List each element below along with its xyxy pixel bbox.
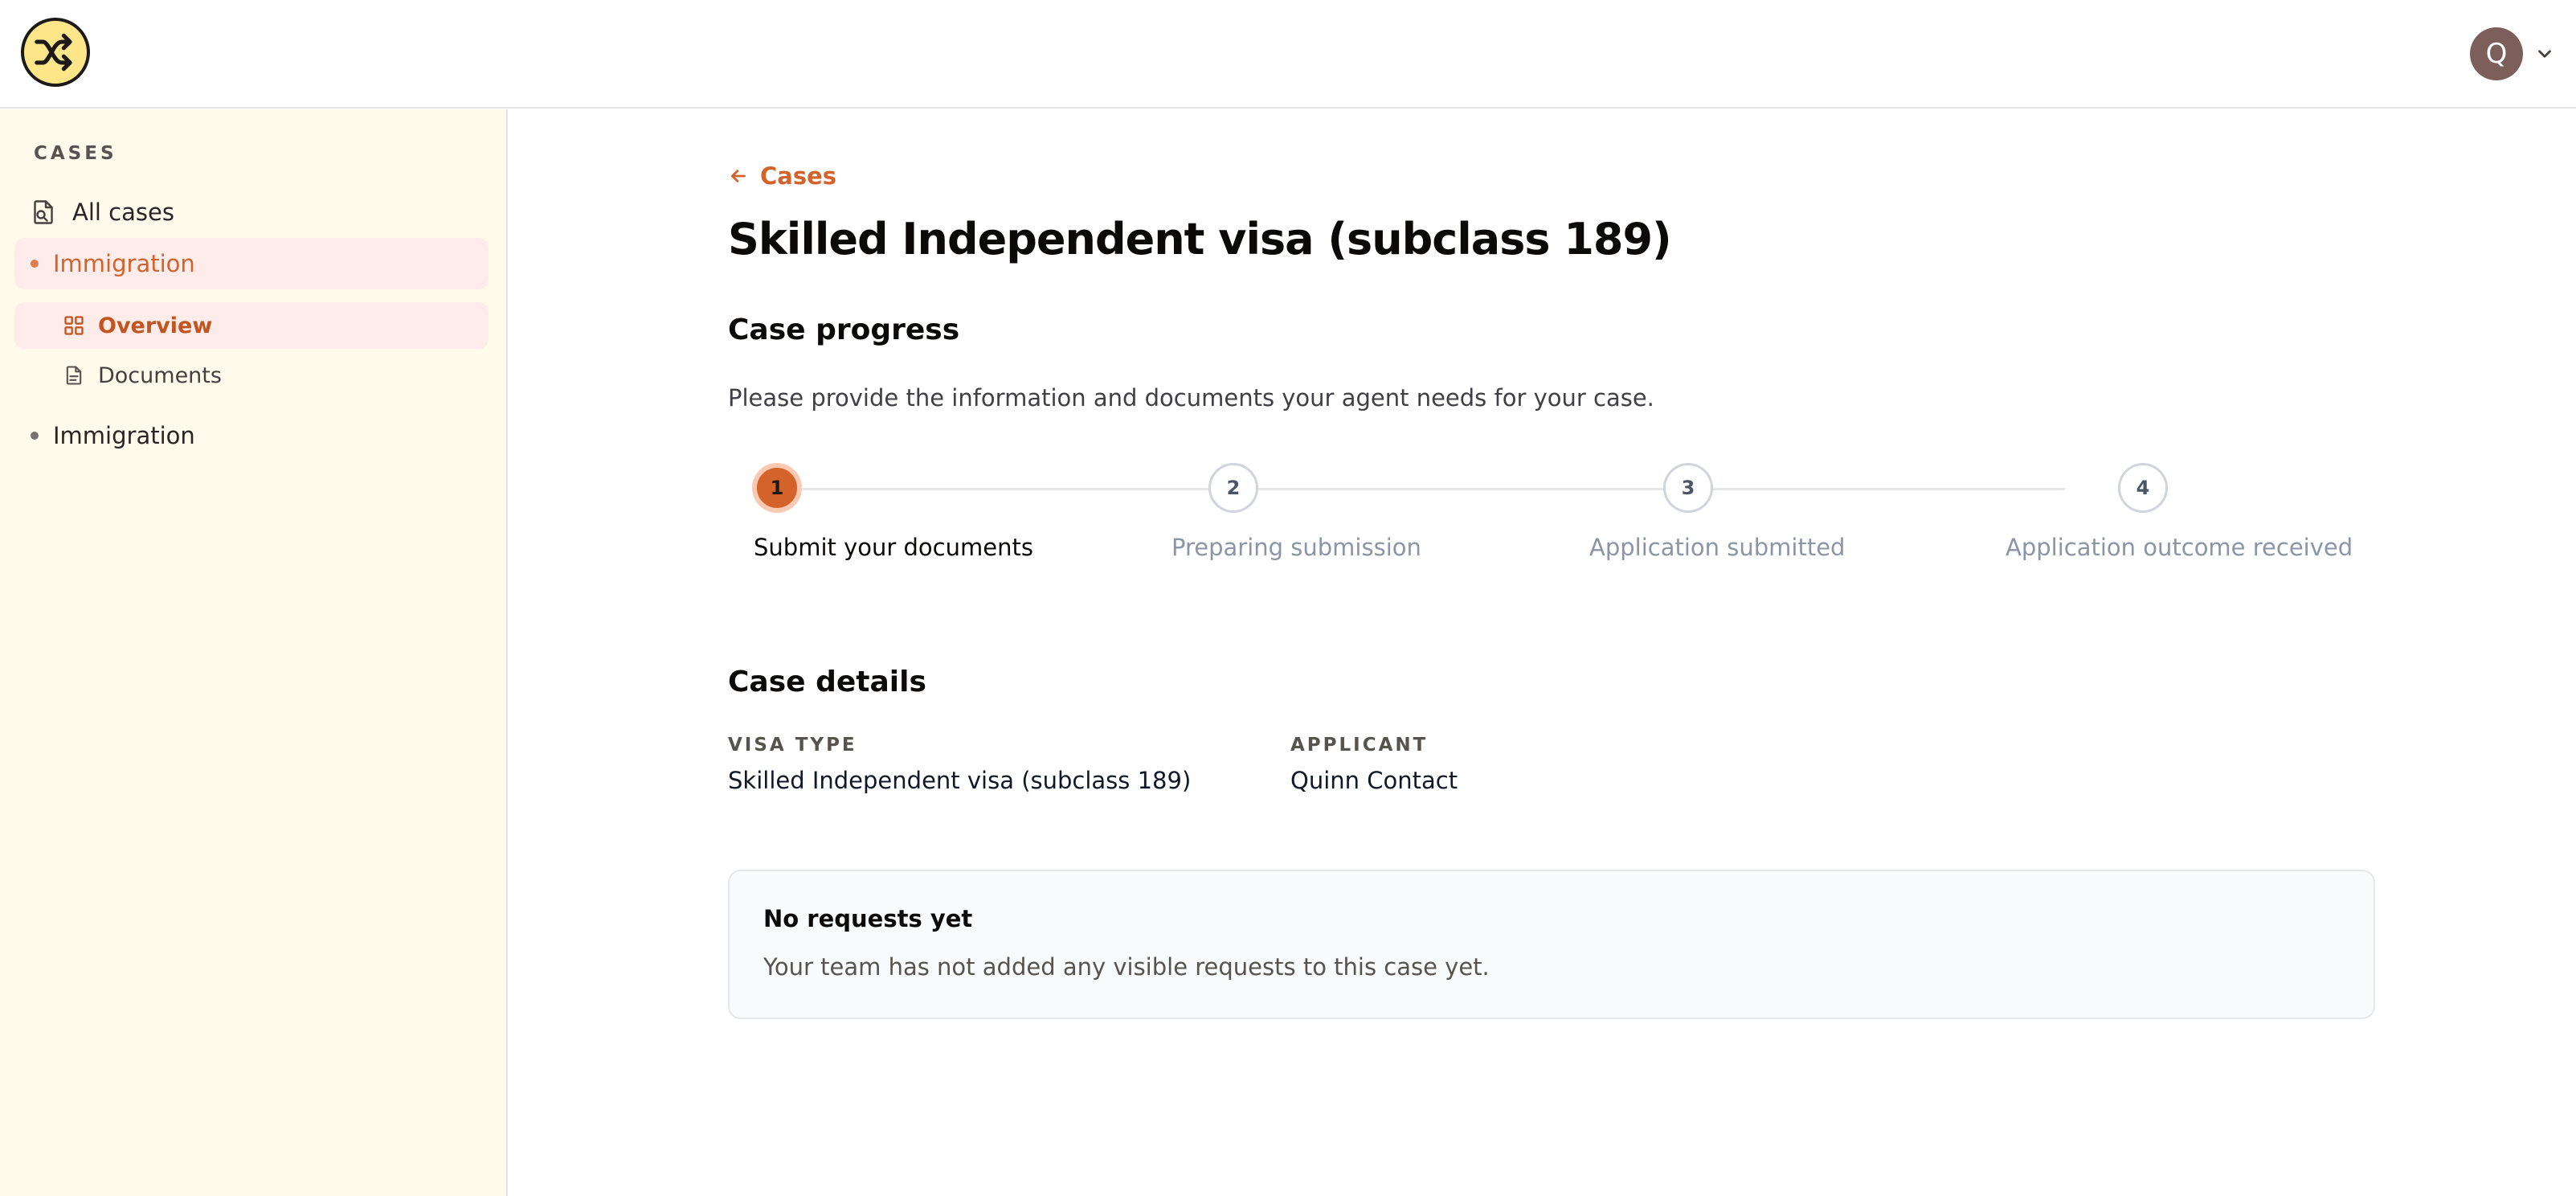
case-progress-heading: Case progress [728,313,960,346]
back-link[interactable]: Cases [728,162,836,190]
sidebar-item-immigration[interactable]: Immigration [31,412,195,460]
sidebar-item-label: Immigration [53,422,195,449]
top-bar: Q [0,0,2576,109]
step-label: Submit your documents [754,534,1033,561]
sidebar-item-overview[interactable]: Overview [14,302,489,349]
empty-requests-card: No requests yet Your team has not added … [728,870,2375,1019]
file-icon [66,366,82,385]
sidebar-item-documents[interactable]: Documents [63,352,222,399]
step-number: 2 [1208,463,1258,513]
grid-icon [64,316,84,335]
visa-type-label: VISA TYPE [728,735,857,756]
sidebar-item-label: Overview [98,313,213,338]
sidebar-item-label: Immigration [53,250,195,277]
shuffle-icon [35,33,72,72]
app-logo[interactable] [21,18,90,87]
visa-type-value: Skilled Independent visa (subclass 189) [728,767,1192,794]
user-menu[interactable]: Q [2470,27,2555,80]
applicant-value: Quinn Contact [1290,767,1458,794]
step-label: Application outcome received [2006,534,2353,561]
case-progress-description: Please provide the information and docum… [728,384,1654,412]
arrow-left-icon [731,170,746,182]
step-label: Preparing submission [1171,534,1421,561]
sidebar-item-all-cases[interactable]: All cases [29,190,174,235]
step-number: 3 [1663,463,1713,513]
chevron-down-icon[interactable] [2534,43,2555,64]
sidebar-item-immigration-active[interactable]: Immigration [14,238,489,289]
sidebar-item-label: All cases [72,199,174,226]
step-label: Application submitted [1589,534,1846,561]
sidebar-heading: CASES [34,143,117,164]
progress-stepper: 1 Submit your documents 2 Preparing subm… [728,463,2375,592]
applicant-label: APPLICANT [1290,735,1429,756]
step-number: 1 [752,463,802,513]
step-number: 4 [2118,463,2168,513]
sidebar-item-label: Documents [98,362,222,388]
bullet-dot [31,260,39,268]
bullet-dot [31,432,39,440]
empty-state-title: No requests yet [763,905,973,932]
sidebar: CASES All cases Immigration Overview Doc… [0,109,508,1196]
page-title: Skilled Independent visa (subclass 189) [728,214,1672,264]
case-details-heading: Case details [728,666,926,698]
stepper-track [779,488,2065,490]
back-link-label: Cases [760,162,837,190]
empty-state-message: Your team has not added any visible requ… [763,953,1490,981]
document-search-icon [34,200,53,224]
avatar[interactable]: Q [2470,27,2523,80]
